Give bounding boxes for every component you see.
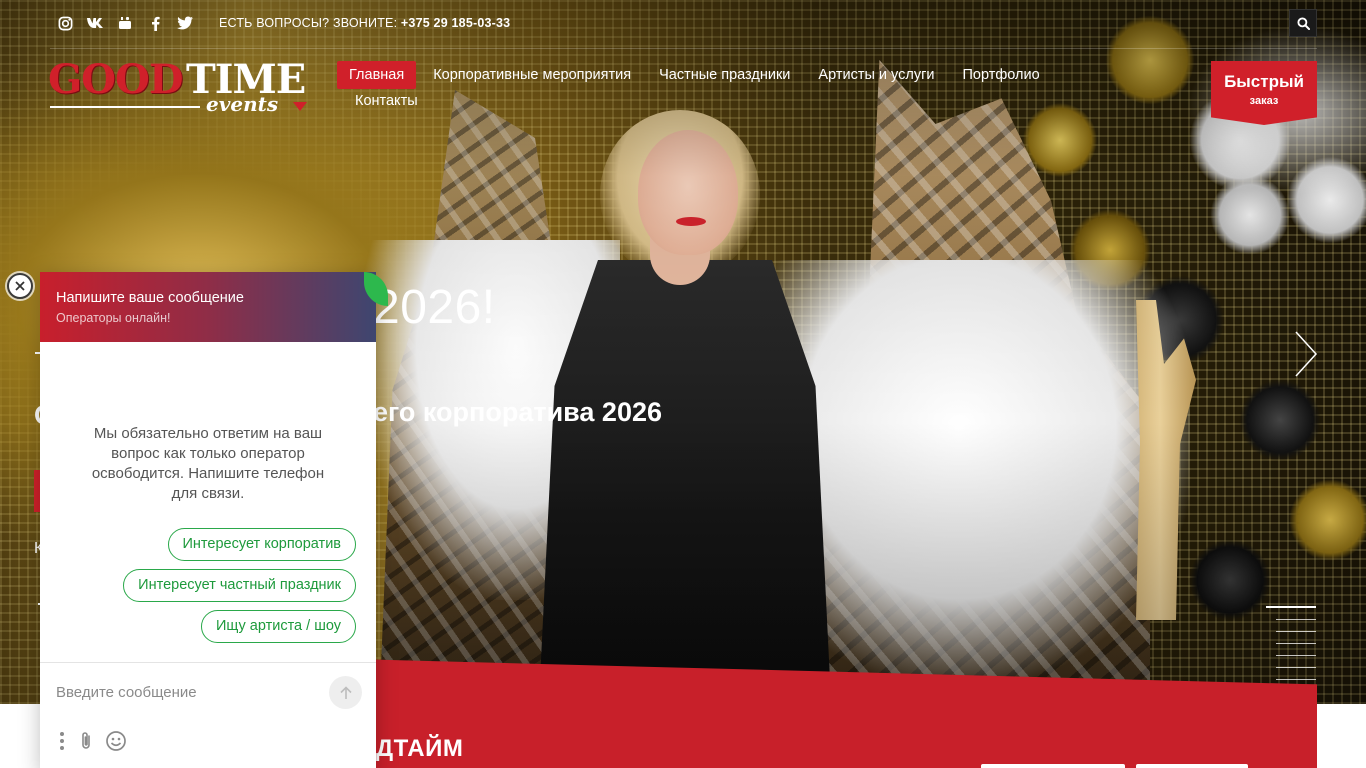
phone-number[interactable]: +375 29 185-03-33: [401, 16, 510, 30]
quick-reply-corporate[interactable]: Интересует корпоратив: [167, 528, 356, 561]
hero-title: 2026!: [373, 281, 496, 334]
hero-subtitle: его корпоратива 2026: [373, 397, 662, 427]
ribbon-button-2[interactable]: [1136, 764, 1248, 768]
quick-reply-private[interactable]: Интересует частный праздник: [123, 569, 356, 602]
slider-pagination: [1266, 606, 1316, 691]
slider-dot[interactable]: [1276, 619, 1316, 620]
top-bar: ЕСТЬ ВОПРОСЫ? ЗВОНИТЕ: +375 29 185-03-33: [50, 9, 1317, 37]
arrow-up-icon: [339, 685, 352, 699]
nav-item-corporate[interactable]: Корпоративные мероприятия: [419, 61, 645, 89]
chat-header-title: Напишите ваше сообщение: [56, 290, 244, 306]
nav-item-contacts[interactable]: Контакты: [341, 87, 432, 115]
quick-order-line1: Быстрый: [1224, 72, 1304, 91]
quick-reply-artist[interactable]: Ищу артиста / шоу: [200, 610, 356, 643]
vk-icon[interactable]: [80, 9, 110, 37]
attach-file-icon[interactable]: [74, 729, 98, 753]
chat-header-status: Операторы онлайн!: [56, 311, 171, 325]
chat-close-button[interactable]: [7, 273, 33, 299]
nav-item-portfolio[interactable]: Портфолио: [948, 61, 1053, 89]
twitter-icon[interactable]: [170, 9, 200, 37]
quick-replies: Интересует корпоратив Интересует частный…: [60, 528, 356, 643]
logo-events-text: events: [206, 92, 279, 116]
ribbon-button-1[interactable]: [981, 764, 1125, 768]
slider-dot[interactable]: [1276, 655, 1316, 656]
slider-next-arrow-icon[interactable]: [1293, 330, 1319, 378]
youtube-icon[interactable]: [110, 9, 140, 37]
social-links: [50, 9, 200, 37]
slider-dot[interactable]: [1266, 606, 1316, 608]
emoji-icon[interactable]: [104, 729, 128, 753]
search-button[interactable]: [1289, 9, 1317, 37]
logo-good-text: GOOD: [48, 56, 184, 103]
logo-underline: [50, 106, 200, 108]
close-icon: [15, 281, 25, 291]
main-nav: Главная Корпоративные мероприятия Частны…: [337, 61, 1147, 115]
chat-message-input[interactable]: [56, 681, 306, 703]
logo-heart-icon: [293, 102, 307, 111]
nav-item-home[interactable]: Главная: [337, 61, 417, 89]
site-logo[interactable]: GOOD TIME events: [48, 56, 310, 122]
slider-dot[interactable]: [1276, 667, 1316, 668]
quick-order-button[interactable]: Быстрый заказ: [1211, 61, 1317, 125]
slider-dot[interactable]: [1276, 643, 1316, 644]
facebook-icon[interactable]: [140, 9, 170, 37]
instagram-icon[interactable]: [50, 9, 80, 37]
quick-order-line2: заказ: [1249, 95, 1279, 107]
send-button[interactable]: [329, 676, 362, 709]
slider-dot[interactable]: [1276, 631, 1316, 632]
nav-item-artists[interactable]: Артисты и услуги: [804, 61, 948, 89]
chat-footer: [40, 662, 376, 768]
chat-auto-message: Мы обязательно ответим на ваш вопрос как…: [91, 425, 325, 502]
search-icon: [1296, 16, 1310, 30]
question-text: ЕСТЬ ВОПРОСЫ? ЗВОНИТЕ:: [219, 16, 401, 30]
chat-header: Напишите ваше сообщение Операторы онлайн…: [40, 272, 388, 342]
contact-phone-line: ЕСТЬ ВОПРОСЫ? ЗВОНИТЕ: +375 29 185-03-33: [219, 16, 510, 30]
chat-widget: Напишите ваше сообщение Операторы онлайн…: [40, 272, 388, 768]
slider-dot[interactable]: [1276, 679, 1316, 680]
more-options-icon[interactable]: [50, 729, 74, 753]
about-section-title: ДТАЙМ: [376, 735, 464, 762]
nav-item-private[interactable]: Частные праздники: [645, 61, 804, 89]
chat-body: Мы обязательно ответим на ваш вопрос как…: [40, 342, 376, 643]
header-divider: [50, 48, 1317, 49]
